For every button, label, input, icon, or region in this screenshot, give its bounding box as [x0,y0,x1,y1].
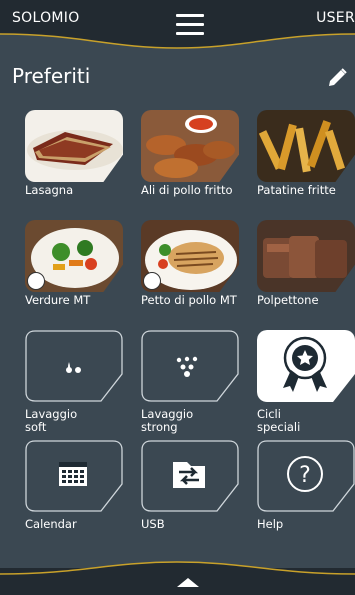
edit-pencil-icon[interactable] [325,66,349,90]
user-label[interactable]: USER [316,10,355,26]
french-fries-photo [257,110,355,182]
tile-usb[interactable]: USB [141,440,239,531]
tile-label: Verdure MT [25,293,91,307]
tile-polpettone[interactable]: Polpettone [257,220,355,307]
tile-label: Lavaggio soft [25,407,78,434]
tile-cicli-speciali[interactable]: Cicli speciali [257,330,355,434]
svg-text:?: ? [299,463,311,488]
tile-label: Lavaggio strong [141,407,194,434]
tile-lavaggio-soft[interactable]: Lavaggio soft [25,330,123,434]
tile-calendar[interactable]: Calendar [25,440,123,531]
tile-lavaggio-strong[interactable]: Lavaggio strong [141,330,239,434]
tile-ali-di-pollo-fritto[interactable]: Ali di pollo fritto [141,110,239,197]
usb-transfer-icon [141,440,239,512]
bottom-bar [0,561,355,595]
meatloaf-photo [257,220,355,292]
page-title: Preferiti [12,64,91,88]
chicken-breast-photo [141,220,239,292]
chicken-wings-photo [141,110,239,182]
expand-up-arrow-icon[interactable] [177,578,199,587]
tile-label: Lasagna [25,183,74,197]
many-drops-icon [141,330,239,402]
header-curve [0,33,355,52]
multi-tray-icon [143,272,161,290]
tile-label: Patatine fritte [257,183,336,197]
footer-curve [0,561,355,576]
tile-lasagna[interactable]: Lasagna [25,110,123,197]
tile-label: Cicli speciali [257,407,301,434]
tile-label: Polpettone [257,293,319,307]
tile-label: Calendar [25,517,77,531]
calendar-icon [25,440,123,512]
tile-label: Petto di pollo MT [141,293,237,307]
tile-label: Ali di pollo fritto [141,183,233,197]
top-bar: SOLOMIO USER [0,0,355,52]
vegetables-photo [25,220,123,292]
tile-patatine-fritte[interactable]: Patatine fritte [257,110,355,197]
tile-verdure-mt[interactable]: Verdure MT [25,220,123,307]
tile-help[interactable]: ? Help [257,440,355,531]
tile-petto-di-pollo-mt[interactable]: Petto di pollo MT [141,220,239,307]
help-icon: ? [257,440,355,512]
lasagna-photo [25,110,123,182]
brand-label: SOLOMIO [12,10,80,26]
award-badge-icon [257,330,355,402]
tile-label: USB [141,517,165,531]
tile-label: Help [257,517,284,531]
two-drops-icon [25,330,123,402]
multi-tray-icon [27,272,45,290]
